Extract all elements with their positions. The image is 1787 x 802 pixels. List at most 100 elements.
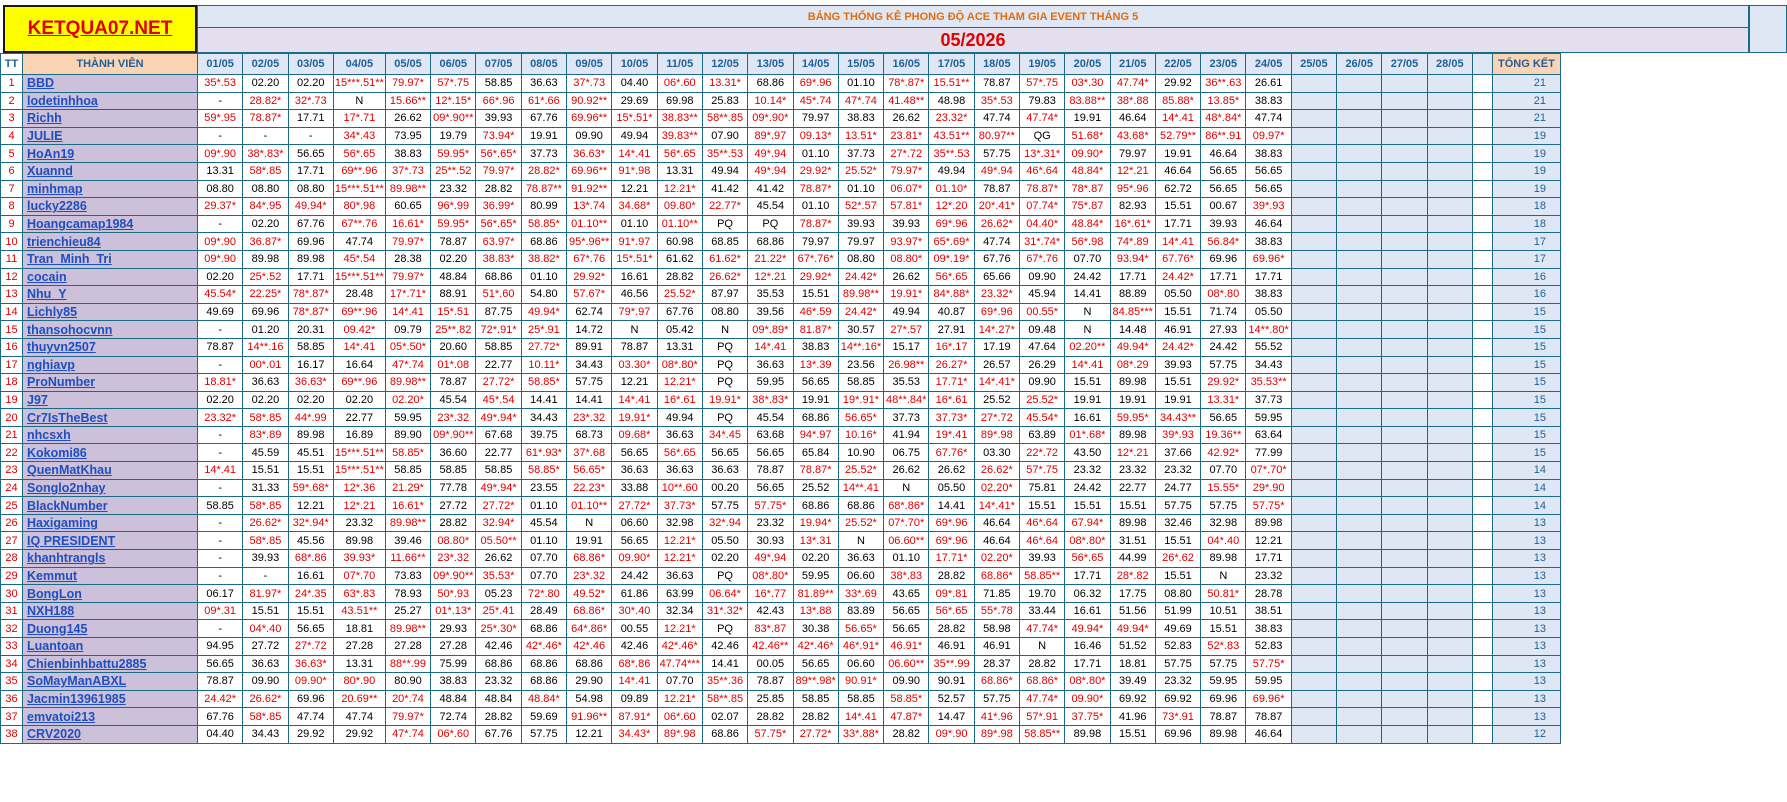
day-result-cell[interactable]: 07.70 bbox=[520, 549, 568, 568]
day-result-cell[interactable]: 37.73 bbox=[1245, 390, 1292, 410]
day-result-cell[interactable]: 91.92** bbox=[566, 179, 613, 199]
day-result-cell[interactable]: 05.50 bbox=[1245, 302, 1292, 322]
day-result-cell[interactable]: 32*.94 bbox=[701, 513, 749, 533]
empty-day-cell[interactable] bbox=[1426, 267, 1473, 287]
day-result-cell[interactable]: 68.86 bbox=[475, 654, 522, 674]
day-result-cell[interactable]: 07.70 bbox=[656, 672, 703, 691]
day-result-cell[interactable]: 00.55 bbox=[611, 619, 658, 638]
day-result-cell[interactable]: 41.42 bbox=[701, 179, 749, 199]
empty-day-cell[interactable] bbox=[1381, 126, 1428, 146]
day-result-cell[interactable]: 39.93 bbox=[1154, 355, 1202, 375]
day-result-cell[interactable]: 46.91 bbox=[1154, 320, 1202, 339]
empty-day-cell[interactable] bbox=[1426, 197, 1473, 216]
day-result-cell[interactable]: 57.75 bbox=[520, 724, 568, 744]
day-result-cell[interactable]: 39.93 bbox=[837, 214, 885, 234]
day-result-cell[interactable]: 46*.91* bbox=[837, 637, 885, 656]
day-result-cell[interactable]: 12.21 bbox=[611, 179, 658, 199]
day-result-cell[interactable]: 36.63 bbox=[747, 355, 794, 375]
day-result-cell[interactable]: 72*.80 bbox=[520, 584, 568, 603]
day-result-cell[interactable]: 67.76 bbox=[287, 214, 334, 234]
day-result-cell[interactable]: 27*.72 bbox=[883, 144, 930, 163]
day-result-cell[interactable]: 12*.20 bbox=[928, 197, 975, 216]
day-result-cell[interactable]: 13.31 bbox=[656, 337, 703, 357]
day-result-cell[interactable]: 15.51 bbox=[1154, 531, 1202, 551]
day-result-cell[interactable]: 43.50 bbox=[1064, 443, 1111, 463]
empty-day-cell[interactable] bbox=[1290, 320, 1338, 339]
day-result-cell[interactable]: 83*.87 bbox=[747, 619, 794, 638]
day-result-cell[interactable]: 23.32 bbox=[332, 513, 386, 533]
day-result-cell[interactable]: 78.87 bbox=[747, 461, 794, 480]
day-result-cell[interactable]: 58.85 bbox=[196, 496, 244, 515]
day-result-cell[interactable]: 13.31* bbox=[701, 74, 749, 93]
day-result-cell[interactable]: 24.42 bbox=[611, 566, 658, 586]
day-result-cell[interactable]: 27.72* bbox=[475, 373, 522, 392]
day-result-cell[interactable]: 28.82 bbox=[1018, 654, 1066, 674]
day-result-cell[interactable]: 89**.98* bbox=[792, 672, 839, 691]
day-result-cell[interactable]: 26.57 bbox=[973, 355, 1020, 375]
empty-day-cell[interactable] bbox=[1381, 408, 1428, 427]
day-result-cell[interactable]: 57*.91 bbox=[1018, 707, 1066, 726]
day-result-cell[interactable]: 80*.98 bbox=[332, 197, 386, 216]
day-result-cell[interactable]: 23.32* bbox=[928, 109, 975, 128]
day-result-cell[interactable]: 15.17 bbox=[883, 337, 930, 357]
day-result-cell[interactable]: 39.75 bbox=[520, 425, 568, 445]
day-result-cell[interactable]: 78.87* bbox=[1018, 179, 1066, 199]
empty-day-cell[interactable] bbox=[1336, 161, 1383, 181]
day-result-cell[interactable]: 40.87 bbox=[928, 302, 975, 322]
day-result-cell[interactable]: 79.83 bbox=[1018, 91, 1066, 111]
day-result-cell[interactable]: 19.79 bbox=[430, 126, 477, 146]
day-result-cell[interactable]: 05.50 bbox=[1154, 285, 1202, 304]
day-result-cell[interactable]: 29.92* bbox=[1200, 373, 1247, 392]
empty-day-cell[interactable] bbox=[1336, 496, 1383, 515]
day-result-cell[interactable]: 38.83 bbox=[384, 144, 432, 163]
empty-day-cell[interactable] bbox=[1336, 707, 1383, 726]
day-result-cell[interactable]: 51.99 bbox=[1154, 601, 1202, 621]
empty-day-cell[interactable] bbox=[1290, 390, 1338, 410]
day-result-cell[interactable]: 58*.85 bbox=[242, 707, 289, 726]
day-result-cell[interactable]: 25.52* bbox=[837, 513, 885, 533]
day-result-cell[interactable]: 60.65 bbox=[384, 197, 432, 216]
day-result-cell[interactable]: 14.48 bbox=[1109, 320, 1156, 339]
day-result-cell[interactable]: 12.21* bbox=[656, 179, 703, 199]
day-result-cell[interactable]: 22.25* bbox=[242, 285, 289, 304]
day-result-cell[interactable]: 39.93 bbox=[242, 549, 289, 568]
day-result-cell[interactable]: 46.64 bbox=[973, 513, 1020, 533]
empty-day-cell[interactable] bbox=[1381, 161, 1428, 181]
day-result-cell[interactable]: 23.32 bbox=[430, 179, 477, 199]
day-result-cell[interactable]: 73*.91 bbox=[1154, 707, 1202, 726]
day-result-cell[interactable]: 30.38 bbox=[792, 619, 839, 638]
day-result-cell[interactable]: 52*.57 bbox=[837, 197, 885, 216]
day-result-cell[interactable]: 25.52* bbox=[1018, 390, 1066, 410]
empty-day-cell[interactable] bbox=[1290, 126, 1338, 146]
day-result-cell[interactable]: 22.77 bbox=[475, 443, 522, 463]
empty-day-cell[interactable] bbox=[1426, 566, 1473, 586]
day-result-cell[interactable]: 78*.87 bbox=[1064, 179, 1111, 199]
day-result-cell[interactable]: 35.53 bbox=[747, 285, 794, 304]
empty-day-cell[interactable] bbox=[1381, 214, 1428, 234]
day-result-cell[interactable]: 35**.36 bbox=[701, 672, 749, 691]
day-result-cell[interactable]: 14**.41 bbox=[837, 478, 885, 498]
empty-day-cell[interactable] bbox=[1381, 478, 1428, 498]
day-result-cell[interactable]: 14.72 bbox=[566, 320, 613, 339]
empty-day-cell[interactable] bbox=[1381, 373, 1428, 392]
day-result-cell[interactable]: 13.85* bbox=[1200, 91, 1247, 111]
empty-day-cell[interactable] bbox=[1290, 531, 1338, 551]
day-result-cell[interactable]: 59.95 bbox=[384, 408, 432, 427]
empty-day-cell[interactable] bbox=[1426, 161, 1473, 181]
empty-day-cell[interactable] bbox=[1336, 320, 1383, 339]
day-result-cell[interactable]: 56.65 bbox=[701, 443, 749, 463]
day-result-cell[interactable]: 06.64* bbox=[701, 584, 749, 603]
day-result-cell[interactable]: 15.51 bbox=[242, 601, 289, 621]
empty-day-cell[interactable] bbox=[1290, 601, 1338, 621]
day-result-cell[interactable]: 59.95* bbox=[430, 144, 477, 163]
day-result-cell[interactable]: 43.65 bbox=[883, 584, 930, 603]
day-result-cell[interactable]: 78*.87* bbox=[883, 74, 930, 93]
day-result-cell[interactable]: 11.66** bbox=[384, 549, 432, 568]
day-result-cell[interactable]: 93.97* bbox=[883, 232, 930, 251]
site-logo-text[interactable]: KETQUA07.NET bbox=[28, 18, 173, 40]
day-result-cell[interactable]: 64*.86* bbox=[566, 619, 613, 638]
day-result-cell[interactable]: 94.95 bbox=[196, 637, 244, 656]
day-result-cell[interactable]: 93.94* bbox=[1109, 249, 1156, 269]
day-result-cell[interactable]: 56.65 bbox=[287, 144, 334, 163]
day-result-cell[interactable]: 46.56 bbox=[611, 285, 658, 304]
